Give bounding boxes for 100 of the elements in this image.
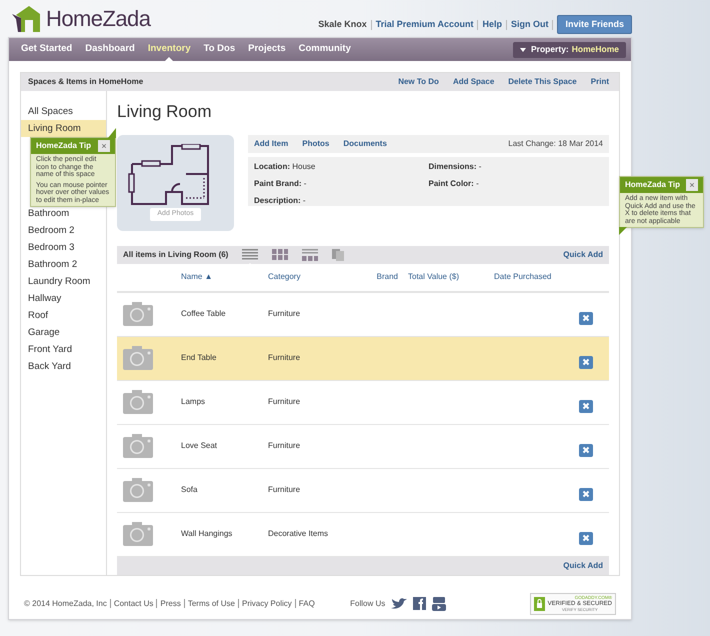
item-row[interactable]: Wall Hangings Decorative Items [117,512,609,556]
sidebar-item[interactable]: Bedroom 3 [21,239,106,256]
panel-title: Spaces & Items in HomeHome [28,76,144,88]
sidebar-item[interactable]: Back Yard [21,358,106,375]
video-icon[interactable] [432,596,446,610]
lock-icon [534,596,545,610]
nav-tab[interactable]: Dashboard [85,42,135,57]
camera-icon [123,302,153,326]
nav-tab[interactable]: Projects [248,42,286,57]
details-link[interactable]: Photos [302,138,330,150]
tip-title: HomeZada Tip [625,179,680,191]
detail-field: Location: House [254,160,316,172]
invite-friends-button[interactable]: Invite Friends [557,14,632,34]
delete-button[interactable] [579,356,593,368]
header-link[interactable]: Trial Premium Account [376,18,474,32]
column-header[interactable]: Date Purchased [494,271,579,283]
sidebar-item[interactable]: Bedroom 2 [21,222,106,239]
close-icon [582,534,590,542]
quick-add-link[interactable]: Quick Add [563,560,603,572]
footer-link[interactable]: FAQ [298,598,315,610]
view-toggle[interactable] [272,248,288,260]
items-count-text: All items in Living Room (6) [123,248,228,260]
sidebar-item[interactable]: Bathroom 2 [21,256,106,273]
header-link[interactable]: Skale Knox [318,18,367,32]
detail-field: Paint Brand: - [254,178,306,190]
item-category: Furniture [268,440,302,452]
item-name: Lamps [181,396,206,408]
nav-tab[interactable]: To Dos [204,42,236,57]
delete-button[interactable] [579,532,593,544]
close-icon [582,446,590,454]
item-category: Furniture [268,308,302,320]
tip-pointer-icon [619,227,627,235]
panel-action-link[interactable]: Print [590,76,609,88]
item-row[interactable]: Love Seat Furniture [117,424,609,468]
footer-link[interactable]: Press [160,598,181,610]
panel-action-link[interactable]: New To Do [398,76,439,88]
column-header[interactable]: Brand [376,271,408,283]
footer-link[interactable]: Terms of Use [188,598,235,610]
detail-field: Description: - [254,194,306,206]
item-name: Sofa [181,484,198,496]
property-dropdown[interactable]: Property: HomeHome [512,42,626,58]
last-change-text: Last Change: 18 Mar 2014 [508,138,603,150]
delete-button[interactable] [579,400,593,412]
details-link[interactable]: Add Item [254,138,288,150]
close-icon [582,490,590,498]
nav-tab[interactable]: Community [298,42,351,57]
header-link[interactable]: Sign Out [510,18,548,32]
sidebar-item[interactable]: All Spaces [21,103,106,120]
delete-button[interactable] [579,444,593,456]
tip-title: HomeZada Tip [36,140,91,152]
item-name: Coffee Table [181,308,227,320]
close-icon [582,402,590,410]
camera-icon [123,390,153,414]
camera-icon [123,478,153,502]
item-category: Furniture [268,396,302,408]
item-category: Decorative Items [268,528,330,540]
detail-field: Dimensions: - [428,160,482,172]
sidebar-item[interactable]: Living Room [21,120,106,137]
item-row[interactable]: Lamps Furniture [117,380,609,424]
sidebar-item[interactable]: Garage [21,324,106,341]
item-name: Wall Hangings [181,528,234,540]
sidebar-item[interactable]: Bathroom [21,205,106,222]
sidebar-item[interactable]: Laundry Room [21,273,106,290]
column-header[interactable]: Category [268,271,368,283]
close-button[interactable]: × [98,140,110,152]
item-name: Love Seat [181,440,218,452]
column-header[interactable]: Name ▲ [181,271,268,283]
detail-field: Paint Color: - [428,178,479,190]
camera-icon [123,346,153,370]
sidebar-item[interactable]: Roof [21,307,106,324]
close-icon [582,358,590,366]
delete-button[interactable] [579,488,593,500]
view-toggle[interactable] [332,248,346,260]
camera-icon [123,434,153,458]
item-row[interactable]: Coffee Table Furniture [117,292,609,336]
panel-action-link[interactable]: Delete This Space [508,76,577,88]
item-row[interactable]: Sofa Furniture [117,468,609,512]
property-label: Property: [530,43,569,56]
item-category: Furniture [268,352,302,364]
column-header[interactable]: Total Value ($) [408,271,494,283]
property-value: HomeHome [572,43,619,56]
header-link[interactable]: Help [482,18,502,32]
close-button[interactable]: × [686,179,698,191]
item-row[interactable]: End Table Furniture [117,336,609,380]
caret-icon [520,48,526,52]
facebook-icon[interactable] [413,597,426,610]
sidebar-item[interactable]: Front Yard [21,341,106,358]
delete-button[interactable] [579,312,593,324]
view-toggle[interactable] [302,248,318,260]
panel-action-link[interactable]: Add Space [452,76,494,88]
bird-icon[interactable] [391,598,408,610]
sidebar-item[interactable]: Hallway [21,290,106,307]
footer-link[interactable]: Contact Us [114,598,154,610]
nav-tab[interactable]: Get Started [21,42,72,57]
house-logo-icon [12,5,42,32]
quick-add-link[interactable]: Quick Add [563,248,603,260]
details-link[interactable]: Documents [343,138,387,150]
footer-link[interactable]: Privacy Policy [242,598,292,610]
copyright-text: © 2014 HomeZada, Inc [24,598,107,610]
logo-text: HomeZada [46,5,150,33]
